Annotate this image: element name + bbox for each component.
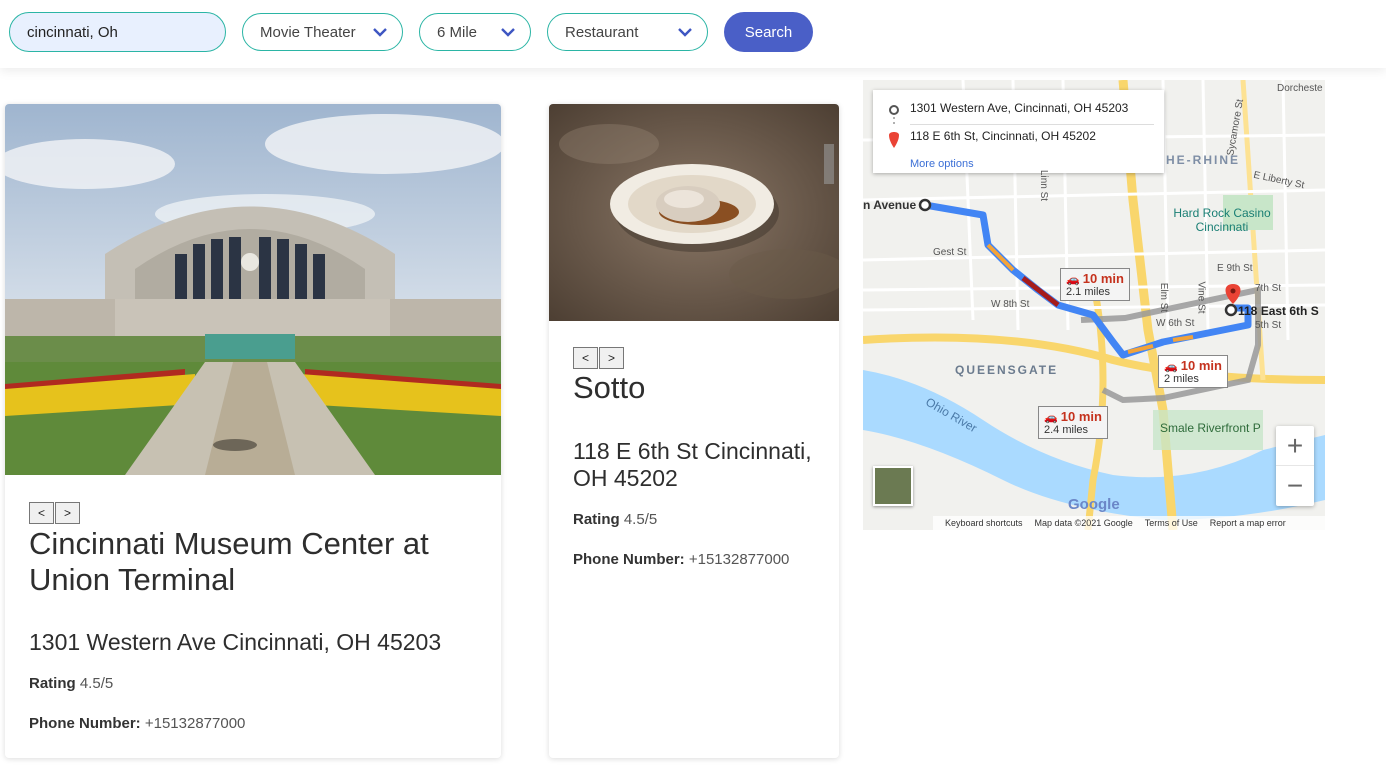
directions-map[interactable]: 1301 Western Ave, Cincinnati, OH 45203 1… bbox=[863, 80, 1325, 530]
route-distance: 2.4 miles bbox=[1044, 424, 1089, 436]
place-card: < > Sotto 118 E 6th St Cincinnati, OH 45… bbox=[549, 104, 839, 758]
photo-nav: < > bbox=[29, 502, 80, 524]
origin-address[interactable]: 1301 Western Ave, Cincinnati, OH 45203 bbox=[910, 101, 1128, 115]
route-option-selected[interactable]: 🚗 10 min 2 miles bbox=[1158, 355, 1228, 388]
place-card: < > Cincinnati Museum Center at Union Te… bbox=[5, 104, 501, 758]
directions-panel: 1301 Western Ave, Cincinnati, OH 45203 1… bbox=[873, 90, 1164, 173]
second-category-select[interactable]: Restaurant bbox=[547, 13, 708, 51]
chevron-down-icon bbox=[373, 28, 387, 37]
map-label-5th: 5th St bbox=[1255, 320, 1282, 331]
google-logo: Google bbox=[1068, 496, 1120, 513]
rating-value: 4.5/5 bbox=[79, 675, 114, 692]
map-label-w8th: W 8th St bbox=[991, 299, 1030, 310]
more-options-link[interactable]: More options bbox=[910, 158, 974, 170]
next-photo-button[interactable]: > bbox=[55, 502, 80, 524]
next-photo-button[interactable]: > bbox=[599, 347, 624, 369]
map-label-dorchester: Dorcheste bbox=[1277, 83, 1323, 94]
place-photo bbox=[549, 104, 839, 321]
divider bbox=[910, 124, 1154, 125]
terms-link[interactable]: Terms of Use bbox=[1145, 518, 1198, 528]
search-button[interactable]: Search bbox=[724, 12, 813, 52]
map-label-smale: Smale Riverfront P bbox=[1160, 421, 1261, 435]
route-time: 10 min bbox=[1060, 409, 1102, 424]
place-name: Cincinnati Museum Center at Union Termin… bbox=[29, 526, 429, 597]
photo-nav: < > bbox=[573, 347, 624, 369]
destination-address[interactable]: 118 E 6th St, Cincinnati, OH 45202 bbox=[910, 129, 1096, 143]
place-address: 118 E 6th St Cincinnati, OH 45202 bbox=[573, 438, 812, 491]
place-address: 1301 Western Ave Cincinnati, OH 45203 bbox=[29, 629, 442, 655]
chevron-down-icon bbox=[501, 28, 515, 37]
zoom-controls: + − bbox=[1276, 426, 1314, 506]
prev-photo-button[interactable]: < bbox=[573, 347, 598, 369]
route-time: 10 min bbox=[1082, 271, 1124, 286]
distance-select[interactable]: 6 Mile bbox=[419, 13, 531, 51]
car-icon: 🚗 bbox=[1044, 412, 1058, 424]
map-label-queensgate: QUEENSGATE bbox=[955, 363, 1059, 377]
phone-label: Phone Number: bbox=[29, 715, 141, 732]
zoom-in-button[interactable]: + bbox=[1276, 426, 1314, 466]
map-label-hard-rock: Hard Rock Casino Cincinnati bbox=[1173, 206, 1271, 234]
place-name: Sotto bbox=[573, 370, 646, 405]
phone-label: Phone Number: bbox=[573, 551, 685, 568]
rating-label: Rating bbox=[573, 511, 620, 528]
map-label-e9th: E 9th St bbox=[1217, 263, 1253, 274]
chevron-down-icon bbox=[678, 28, 692, 37]
map-label-gest: Gest St bbox=[933, 247, 967, 258]
rating-label: Rating bbox=[29, 675, 76, 692]
route-option[interactable]: 🚗 10 min 2.1 miles bbox=[1060, 268, 1130, 301]
report-error-link[interactable]: Report a map error bbox=[1210, 518, 1286, 528]
map-label-elm: Elm St bbox=[1158, 282, 1170, 313]
rating-value: 4.5/5 bbox=[623, 511, 658, 528]
route-distance: 2.1 miles bbox=[1066, 286, 1111, 298]
place-photo bbox=[5, 104, 501, 475]
place-rating: Rating 4.5/5 bbox=[573, 511, 657, 528]
location-search-input[interactable] bbox=[9, 12, 226, 52]
map-label-destination: 118 East 6th S bbox=[1238, 304, 1319, 318]
phone-value: +15132877000 bbox=[688, 551, 790, 568]
route-time: 10 min bbox=[1180, 358, 1222, 373]
map-label-7th: 7th St bbox=[1255, 283, 1282, 294]
distance-select-value: 6 Mile bbox=[437, 23, 478, 41]
second-category-select-value: Restaurant bbox=[565, 23, 639, 41]
place-rating: Rating 4.5/5 bbox=[29, 675, 113, 692]
keyboard-shortcuts-link[interactable]: Keyboard shortcuts bbox=[945, 518, 1023, 528]
category-select-value: Movie Theater bbox=[260, 23, 356, 41]
route-option[interactable]: 🚗 10 min 2.4 miles bbox=[1038, 406, 1108, 439]
map-label-w6th: W 6th St bbox=[1156, 318, 1195, 329]
prev-photo-button[interactable]: < bbox=[29, 502, 54, 524]
car-icon: 🚗 bbox=[1164, 361, 1178, 373]
map-label-linn: Linn St bbox=[1038, 169, 1050, 202]
phone-value: +15132877000 bbox=[144, 715, 246, 732]
map-data-attribution: Map data ©2021 Google bbox=[1034, 518, 1133, 528]
place-phone: Phone Number: +15132877000 bbox=[573, 551, 789, 568]
route-line-icon bbox=[889, 105, 899, 148]
place-phone: Phone Number: +15132877000 bbox=[29, 715, 245, 732]
map-label-avenue: n Avenue bbox=[863, 198, 917, 212]
satellite-toggle[interactable] bbox=[873, 466, 913, 506]
map-footer: Keyboard shortcuts Map data ©2021 Google… bbox=[933, 516, 1325, 530]
search-toolbar: Movie Theater 6 Mile Restaurant Search bbox=[0, 0, 1386, 68]
car-icon: 🚗 bbox=[1066, 274, 1080, 286]
zoom-out-button[interactable]: − bbox=[1276, 466, 1314, 506]
category-select[interactable]: Movie Theater bbox=[242, 13, 403, 51]
route-distance: 2 miles bbox=[1164, 373, 1199, 385]
map-label-vine: Vine St bbox=[1195, 281, 1207, 314]
